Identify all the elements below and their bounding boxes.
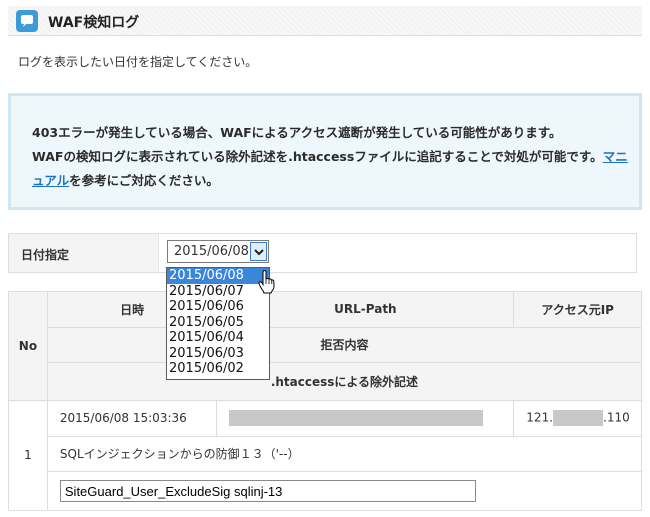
table-row: 1 2015/06/08 15:03:36 121. .110 (8, 399, 642, 512)
exclusion-field[interactable] (59, 480, 476, 503)
notice-text-2: WAFの検知ログに表示されている除外記述を.htaccessファイルに追記するこ… (32, 149, 603, 164)
date-filter-label: 日付指定 (21, 248, 70, 262)
notice-box: 403エラーが発生している場合、WAFによるアクセス遮断が発生している可能性があ… (8, 93, 642, 210)
header-no: No (8, 291, 48, 401)
intro-text: ログを表示したい日付を指定してください。 (18, 55, 258, 69)
notice-text-3: を参考にご対応ください。 (69, 173, 219, 188)
date-option[interactable]: 2015/06/02 (167, 361, 269, 377)
ip-suffix: .110 (603, 410, 630, 425)
row-url-path (216, 399, 515, 437)
header-reason: 拒否内容 (46, 326, 643, 364)
date-option[interactable]: 2015/06/05 (167, 315, 269, 331)
date-option[interactable]: 2015/06/08 (167, 268, 269, 284)
redacted-url-block (229, 410, 484, 427)
date-option[interactable]: 2015/06/06 (167, 299, 269, 315)
page-header: WAF検知ログ (8, 6, 642, 36)
date-filter-label-cell: 日付指定 (9, 234, 159, 272)
hand-cursor-icon (258, 270, 275, 294)
date-select-value: 2015/06/08 (174, 244, 249, 259)
header-exclusion: .htaccessによる除外記述 (46, 362, 643, 401)
row-exclusion-cell (46, 471, 643, 511)
date-option[interactable]: 2015/06/07 (167, 284, 269, 300)
date-filter-panel: 日付指定 2015/06/08 (8, 233, 637, 273)
header-source-ip: アクセス元IP (513, 291, 642, 328)
ip-prefix: 121. (526, 410, 554, 425)
date-select[interactable]: 2015/06/08 (167, 240, 269, 263)
speech-bubble-icon (16, 10, 38, 32)
notice-text-1: 403エラーが発生している場合、WAFによるアクセス遮断が発生している可能性があ… (32, 125, 562, 140)
date-option[interactable]: 2015/06/03 (167, 346, 269, 362)
chevron-down-icon[interactable] (250, 242, 267, 261)
row-reason: SQLインジェクションからの防御１３（'--） (46, 435, 643, 473)
date-dropdown-list[interactable]: 2015/06/08 2015/06/07 2015/06/06 2015/06… (166, 267, 270, 380)
redacted-ip-block (553, 410, 604, 427)
waf-log-table: No 日時 URL-Path アクセス元IP 拒否内容 .htaccessによる… (8, 291, 643, 512)
page-title: WAF検知ログ (48, 15, 140, 31)
row-no: 1 (8, 399, 48, 512)
row-source-ip: 121. .110 (513, 399, 642, 437)
date-option[interactable]: 2015/06/04 (167, 330, 269, 346)
row-datetime: 2015/06/08 15:03:36 (46, 399, 218, 437)
